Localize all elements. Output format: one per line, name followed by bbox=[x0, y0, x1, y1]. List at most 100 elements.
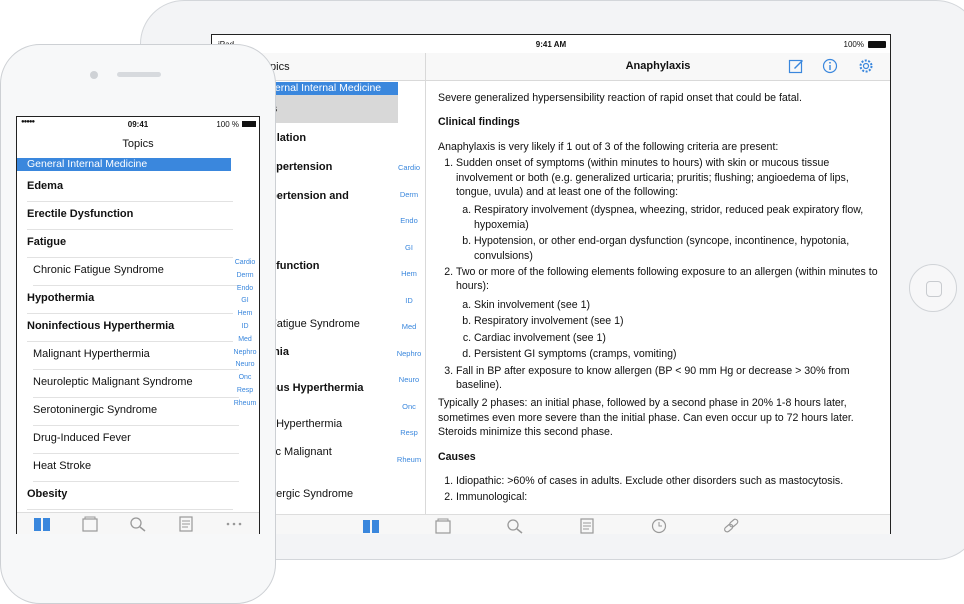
book-icon[interactable] bbox=[33, 516, 51, 532]
index-letter[interactable]: Nephro bbox=[392, 349, 426, 358]
sub-criteria-item: Skin involvement (see 1) bbox=[474, 298, 878, 312]
criteria-text: Sudden onset of symptoms (within minutes… bbox=[456, 157, 849, 199]
article-intro: Severe generalized hypersensibility reac… bbox=[438, 92, 802, 104]
index-letter[interactable]: Resp bbox=[392, 428, 426, 437]
section-heading-causes: Causes bbox=[438, 450, 476, 463]
index-letter[interactable]: Rheum bbox=[233, 400, 257, 407]
row-divider bbox=[27, 257, 233, 258]
topic-label: Hypothermia bbox=[27, 292, 95, 304]
topic-label: Malignant Hyperthermia bbox=[33, 348, 150, 360]
index-letter[interactable]: Endo bbox=[392, 216, 426, 225]
index-letter[interactable]: Rheum bbox=[392, 455, 426, 464]
row-divider bbox=[27, 229, 233, 230]
battery-icon bbox=[242, 121, 256, 127]
clock-icon[interactable] bbox=[650, 518, 668, 534]
link-icon[interactable] bbox=[722, 518, 740, 534]
sub-criteria-list: Respiratory involvement (dyspnea, wheezi… bbox=[456, 203, 878, 263]
sub-criteria-item: Respiratory involvement (dyspnea, wheezi… bbox=[474, 203, 878, 232]
topic-label: Chronic Fatigue Syndrome bbox=[33, 264, 164, 276]
row-divider bbox=[33, 425, 239, 426]
index-letter[interactable]: Nephro bbox=[233, 349, 257, 356]
index-letter[interactable]: Cardio bbox=[392, 163, 426, 172]
topic-label: General Internal Medicine bbox=[27, 158, 148, 170]
index-letter[interactable]: Onc bbox=[392, 402, 426, 411]
index-letter[interactable]: Neuro bbox=[233, 361, 257, 368]
row-divider bbox=[27, 201, 233, 202]
topic-label: Fatigue bbox=[27, 236, 67, 248]
article-body: Severe generalized hypersensibility reac… bbox=[438, 91, 878, 509]
cause-item: Idiopathic: >60% of cases in adults. Exc… bbox=[456, 474, 878, 488]
settings-icon[interactable] bbox=[858, 58, 874, 74]
index-letter[interactable]: ID bbox=[392, 296, 426, 305]
note-icon[interactable] bbox=[177, 516, 195, 532]
iphone-tab-bar bbox=[17, 512, 259, 534]
compose-icon[interactable] bbox=[788, 58, 804, 74]
criteria-list: Sudden onset of symptoms (within minutes… bbox=[438, 156, 878, 392]
index-letter[interactable]: Resp bbox=[233, 387, 257, 394]
index-letter[interactable]: Onc bbox=[233, 374, 257, 381]
criteria-item: Fall in BP after exposure to know allerg… bbox=[456, 364, 878, 393]
more-icon[interactable] bbox=[225, 516, 243, 532]
sub-criteria-item: Respiratory involvement (see 1) bbox=[474, 314, 878, 328]
index-letter[interactable]: ID bbox=[233, 323, 257, 330]
search-icon[interactable] bbox=[506, 518, 524, 534]
phases-paragraph: Typically 2 phases: an initial phase, fo… bbox=[438, 397, 854, 439]
topic-label: Serotoninergic Syndrome bbox=[33, 404, 158, 416]
iphone-speaker bbox=[117, 72, 161, 77]
causes-list: Idiopathic: >60% of cases in adults. Exc… bbox=[438, 474, 878, 505]
row-divider bbox=[33, 369, 239, 370]
sub-criteria-item: Persistent GI symptoms (cramps, vomiting… bbox=[474, 347, 878, 361]
article-title: Anaphylaxis bbox=[625, 60, 691, 72]
index-letter[interactable]: Med bbox=[233, 336, 257, 343]
ipad-screen: iPad 9:41 AM 100% Topics ternal Internal… bbox=[211, 34, 891, 534]
index-letter[interactable]: Hem bbox=[392, 269, 426, 278]
article-panel: Anaphylaxis Severe generalized hypersens… bbox=[426, 53, 890, 534]
index-letter[interactable]: Endo bbox=[233, 285, 257, 292]
ipad-tab-bar bbox=[212, 514, 890, 534]
index-letter[interactable]: Neuro bbox=[392, 375, 426, 384]
topic-label: Drug-Induced Fever bbox=[33, 432, 131, 444]
index-letter[interactable]: Derm bbox=[392, 190, 426, 199]
search-icon[interactable] bbox=[129, 516, 147, 532]
row-divider bbox=[27, 341, 233, 342]
battery-label: 100% bbox=[843, 40, 864, 49]
topic-label: Neuroleptic Malignant Syndrome bbox=[33, 376, 193, 388]
status-time: 9:41 AM bbox=[535, 40, 567, 49]
row-divider bbox=[33, 453, 239, 454]
index-letter[interactable]: Derm bbox=[233, 272, 257, 279]
binder-icon[interactable] bbox=[81, 516, 99, 532]
sub-criteria-list: Skin involvement (see 1) Respiratory inv… bbox=[456, 298, 878, 362]
topics-title: Topics bbox=[122, 138, 154, 150]
row-divider bbox=[27, 509, 233, 510]
battery-label: 100 % bbox=[216, 120, 239, 129]
binder-icon[interactable] bbox=[434, 518, 452, 534]
ipad-status-bar: iPad 9:41 AM 100% bbox=[212, 35, 890, 53]
sub-criteria-item: Cardiac involvement (see 1) bbox=[474, 331, 878, 345]
criteria-item: Sudden onset of symptoms (within minutes… bbox=[456, 156, 878, 263]
index-letter[interactable]: GI bbox=[233, 297, 257, 304]
topic-label: Erectile Dysfunction bbox=[27, 208, 134, 220]
book-icon[interactable] bbox=[362, 518, 380, 534]
index-letter[interactable]: Cardio bbox=[233, 259, 257, 266]
row-divider bbox=[33, 397, 239, 398]
criteria-intro: Anaphylaxis is very likely if 1 out of 3… bbox=[438, 140, 779, 153]
topic-item[interactable]: General Internal Medicine bbox=[17, 158, 231, 171]
sub-criteria-item: Hypotension, or other end-organ dysfunct… bbox=[474, 234, 878, 263]
article-nav-bar: Anaphylaxis bbox=[426, 53, 890, 81]
topic-label: Heat Stroke bbox=[33, 460, 92, 472]
index-letter[interactable]: Hem bbox=[233, 310, 257, 317]
topic-label: Obesity bbox=[27, 488, 68, 500]
battery-icon bbox=[868, 41, 886, 48]
topic-label: Edema bbox=[27, 180, 64, 192]
criteria-text: Two or more of the following elements fo… bbox=[456, 266, 878, 293]
row-divider bbox=[33, 285, 239, 286]
criteria-item: Two or more of the following elements fo… bbox=[456, 265, 878, 361]
cause-item: Immunological: bbox=[456, 490, 878, 504]
info-icon[interactable] bbox=[822, 58, 838, 74]
section-heading-findings: Clinical findings bbox=[438, 116, 520, 129]
index-letter[interactable]: Med bbox=[392, 322, 426, 331]
note-icon[interactable] bbox=[578, 518, 596, 534]
topic-label: Noninfectious Hyperthermia bbox=[27, 320, 175, 332]
index-letter[interactable]: GI bbox=[392, 243, 426, 252]
iphone-screen: ●●●●● 09:41 100 % Topics General Interna… bbox=[16, 116, 260, 534]
